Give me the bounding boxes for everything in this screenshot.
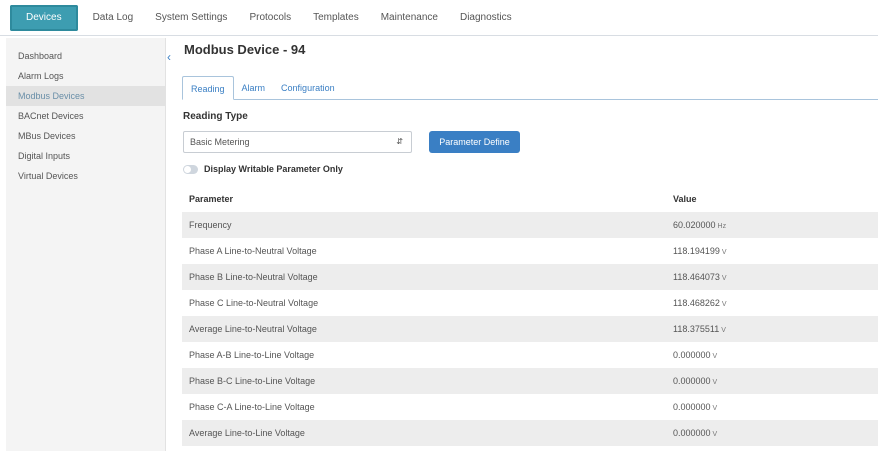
tab-configuration[interactable]: Configuration: [273, 76, 343, 99]
reading-type-select[interactable]: Basic Metering ⇵: [183, 131, 412, 153]
value-unit: V: [721, 327, 726, 334]
parameter-value: 0.000000 V: [673, 376, 718, 386]
column-header-value: Value: [673, 194, 697, 204]
value-unit: V: [721, 275, 727, 282]
reading-type-value: Basic Metering: [190, 137, 250, 147]
value-unit: V: [712, 353, 718, 360]
toggle-knob: [184, 166, 191, 173]
sidebar-item-bacnet-devices[interactable]: BACnet Devices: [6, 106, 165, 126]
sidebar: Dashboard Alarm Logs Modbus Devices BACn…: [6, 38, 166, 451]
tab-alarm[interactable]: Alarm: [234, 76, 274, 99]
parameter-name: Average Line-to-Line Voltage: [189, 428, 305, 438]
table-header: Parameter Value: [182, 186, 878, 212]
parameter-name: Phase B-C Line-to-Line Voltage: [189, 376, 316, 386]
sidebar-item-mbus-devices[interactable]: MBus Devices: [6, 126, 165, 146]
nav-tab-protocols[interactable]: Protocols: [238, 0, 302, 36]
nav-tab-system-settings[interactable]: System Settings: [144, 0, 238, 36]
writable-only-label: Display Writable Parameter Only: [204, 164, 343, 174]
column-header-parameter: Parameter: [189, 194, 234, 204]
table-row: Phase A Line-to-Neutral Voltage 118.1941…: [182, 238, 878, 264]
subtab-bar: Reading Alarm Configuration: [182, 76, 878, 100]
writable-only-toggle[interactable]: [183, 165, 198, 174]
parameter-name: Frequency: [189, 220, 232, 230]
sidebar-item-alarm-logs[interactable]: Alarm Logs: [6, 66, 165, 86]
nav-tab-diagnostics[interactable]: Diagnostics: [449, 0, 523, 36]
sidebar-item-modbus-devices[interactable]: Modbus Devices: [6, 86, 165, 106]
chevron-updown-icon: ⇵: [396, 137, 403, 146]
parameter-define-button[interactable]: Parameter Define: [429, 131, 520, 153]
parameter-value: 60.020000 Hz: [673, 220, 727, 230]
parameter-value: 118.194199 V: [673, 246, 727, 256]
value-unit: V: [712, 379, 718, 386]
table-row: Average Line-to-Line Voltage 0.000000 V: [182, 420, 878, 446]
parameter-value: 118.464073 V: [673, 272, 727, 282]
table-row: Phase B Line-to-Neutral Voltage 118.4640…: [182, 264, 878, 290]
table-row: Phase C Line-to-Neutral Voltage 118.4682…: [182, 290, 878, 316]
parameter-value: 118.375511 V: [673, 324, 726, 334]
table-row: Average Line-to-Neutral Voltage 118.3755…: [182, 316, 878, 342]
top-nav: Devices Data Log System Settings Protoco…: [0, 0, 878, 36]
tab-reading[interactable]: Reading: [182, 76, 234, 100]
page-title: Modbus Device - 94: [184, 42, 306, 57]
value-unit: V: [712, 405, 718, 412]
value-unit: V: [721, 301, 727, 308]
nav-tab-data-log[interactable]: Data Log: [82, 0, 145, 36]
parameter-name: Average Line-to-Neutral Voltage: [189, 324, 317, 334]
table-row: Frequency 60.020000 Hz: [182, 212, 878, 238]
nav-tab-maintenance[interactable]: Maintenance: [370, 0, 449, 36]
parameter-value: 118.468262 V: [673, 298, 727, 308]
parameter-value: 0.000000 V: [673, 428, 718, 438]
value-unit: V: [721, 249, 727, 256]
table-row: Phase A-B Line-to-Line Voltage 0.000000 V: [182, 342, 878, 368]
sidebar-item-digital-inputs[interactable]: Digital Inputs: [6, 146, 165, 166]
table-row: Phase B-C Line-to-Line Voltage 0.000000 V: [182, 368, 878, 394]
parameter-table: Parameter Value Frequency 60.020000 Hz Ph…: [182, 186, 878, 446]
reading-type-label: Reading Type: [183, 111, 248, 122]
nav-tab-templates[interactable]: Templates: [302, 0, 370, 36]
main-content: Modbus Device - 94 Reading Alarm Configu…: [176, 38, 878, 451]
nav-tab-devices[interactable]: Devices: [10, 4, 78, 31]
parameter-value: 0.000000 V: [673, 402, 718, 412]
parameter-name: Phase A-B Line-to-Line Voltage: [189, 350, 315, 360]
value-unit: V: [712, 431, 718, 438]
value-unit: Hz: [717, 223, 727, 230]
parameter-name: Phase B Line-to-Neutral Voltage: [189, 272, 318, 282]
sidebar-item-dashboard[interactable]: Dashboard: [6, 46, 165, 66]
chevron-left-icon[interactable]: ‹: [167, 50, 171, 64]
parameter-value: 0.000000 V: [673, 350, 718, 360]
parameter-name: Phase C-A Line-to-Line Voltage: [189, 402, 315, 412]
sidebar-item-virtual-devices[interactable]: Virtual Devices: [6, 166, 165, 186]
parameter-name: Phase A Line-to-Neutral Voltage: [189, 246, 317, 256]
parameter-name: Phase C Line-to-Neutral Voltage: [189, 298, 319, 308]
table-row: Phase C-A Line-to-Line Voltage 0.000000 V: [182, 394, 878, 420]
